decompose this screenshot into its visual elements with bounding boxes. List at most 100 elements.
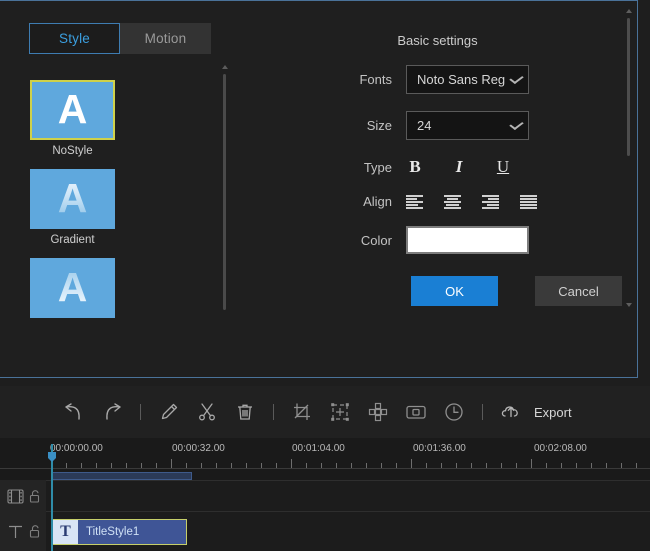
scrollbar-thumb[interactable] (223, 74, 226, 310)
ruler-label: 00:01:36.00 (413, 443, 466, 454)
undo-button[interactable] (55, 393, 93, 431)
toolbar-separator (482, 404, 483, 420)
ruler-label: 00:00:32.00 (172, 443, 225, 454)
ruler-minor-tick (456, 463, 457, 468)
align-center-icon[interactable] (444, 194, 461, 209)
style-label: Gradient (50, 234, 95, 246)
text-track-icon (8, 525, 22, 538)
scroll-down-arrow-icon[interactable] (626, 303, 632, 307)
bold-button[interactable]: B (406, 157, 424, 177)
type-row: Type B I U (340, 157, 625, 177)
ruler-minor-tick (201, 463, 202, 468)
title-clip[interactable]: T TitleStyle1 (52, 519, 187, 545)
text-track-header[interactable] (0, 512, 46, 551)
trash-icon (238, 404, 252, 420)
ruler-label: 00:02:08.00 (534, 443, 587, 454)
pip-button[interactable] (397, 393, 435, 431)
ruler-minor-tick (216, 463, 217, 468)
ruler-minor-tick (231, 463, 232, 468)
style-list-scrollbar[interactable] (221, 65, 229, 315)
style-preset-list[interactable]: A NoStyle A Gradient A GradientInvert A (0, 63, 228, 321)
crop-button[interactable] (283, 393, 321, 431)
timeline-ruler[interactable]: 00:00:00.00 00:00:32.00 00:01:04.00 00:0… (0, 438, 650, 472)
style-label: NoStyle (52, 145, 93, 157)
dialog-tabs: Style Motion (29, 23, 211, 54)
mosaic-button[interactable] (359, 393, 397, 431)
redo-icon (106, 403, 121, 420)
ruler-minor-tick (246, 463, 247, 468)
type-label: Type (363, 159, 392, 175)
ruler-minor-tick (336, 463, 337, 468)
ruler-minor-tick (576, 463, 577, 468)
italic-button[interactable]: I (450, 157, 468, 177)
color-swatch[interactable] (406, 226, 529, 254)
clock-icon (445, 403, 463, 421)
text-style-dialog: Style Motion A NoStyle A Gradient A Basi… (0, 0, 638, 378)
add-keyframe-button[interactable] (321, 393, 359, 431)
scrollbar-thumb[interactable] (627, 18, 630, 156)
style-preset-gradient[interactable]: A Gradient (20, 169, 125, 246)
style-preset-nostyle[interactable]: A NoStyle (20, 80, 125, 157)
size-label: Size (366, 118, 392, 133)
dialog-buttons: OK Cancel (411, 276, 625, 306)
ruler-minor-tick (516, 463, 517, 468)
align-row: Align (340, 194, 625, 209)
tab-motion-label: Motion (144, 31, 187, 46)
size-row: Size 24 (340, 111, 625, 140)
fonts-label: Fonts (359, 72, 392, 87)
tab-style[interactable]: Style (29, 23, 120, 54)
export-button-icon[interactable] (492, 393, 530, 431)
basic-settings-panel: Basic settings Fonts Noto Sans Reg Size … (340, 33, 625, 306)
audio-waveform-band[interactable] (52, 472, 192, 480)
align-right-icon[interactable] (482, 194, 499, 209)
fonts-select[interactable]: Noto Sans Reg (406, 65, 529, 94)
delete-button[interactable] (226, 393, 264, 431)
cancel-button[interactable]: Cancel (535, 276, 622, 306)
video-track-header[interactable] (0, 480, 46, 512)
align-left-icon[interactable] (406, 194, 423, 209)
ruler-minor-tick (141, 463, 142, 468)
ruler-minor-tick (426, 463, 427, 468)
undo-icon (65, 403, 80, 420)
cut-button[interactable] (188, 393, 226, 431)
ok-button[interactable]: OK (411, 276, 498, 306)
dialog-scrollbar[interactable] (624, 7, 634, 369)
ruler-minor-tick (606, 463, 607, 468)
basic-settings-title: Basic settings (397, 33, 478, 48)
duration-button[interactable] (435, 393, 473, 431)
tab-motion[interactable]: Motion (120, 23, 211, 54)
color-row: Color (340, 226, 625, 254)
align-buttons (406, 194, 537, 209)
ruler-major-tick (531, 459, 532, 468)
keyframe-icon (331, 403, 349, 421)
crop-icon (294, 403, 310, 420)
ruler-minor-tick (126, 463, 127, 468)
redo-button[interactable] (93, 393, 131, 431)
chevron-down-icon (509, 72, 524, 84)
video-track-row[interactable] (0, 480, 650, 512)
size-select[interactable]: 24 (406, 111, 529, 140)
ruler-minor-tick (366, 463, 367, 468)
scroll-up-arrow-icon[interactable] (222, 65, 228, 69)
style-glyph: A (57, 174, 88, 221)
text-clip-icon: T (53, 520, 78, 544)
chevron-down-icon (509, 118, 524, 130)
upload-icon (501, 406, 518, 418)
ruler-minor-tick (396, 463, 397, 468)
underline-button[interactable]: U (494, 157, 512, 177)
size-value: 24 (417, 118, 432, 133)
style-thumbnail: A (30, 80, 115, 140)
style-preset-gradientinvert[interactable]: A GradientInvert (20, 258, 125, 321)
edit-button[interactable] (150, 393, 188, 431)
align-justify-icon[interactable] (520, 194, 537, 209)
clip-name: TitleStyle1 (86, 526, 140, 538)
export-label[interactable]: Export (534, 405, 572, 420)
ruler-minor-tick (486, 463, 487, 468)
unlock-icon (29, 489, 39, 503)
ruler-major-tick (411, 459, 412, 468)
ruler-minor-tick (546, 463, 547, 468)
style-thumbnail: A (30, 258, 115, 318)
ruler-minor-tick (636, 463, 637, 468)
scroll-up-arrow-icon[interactable] (626, 9, 632, 13)
style-glyph: A (57, 263, 88, 310)
